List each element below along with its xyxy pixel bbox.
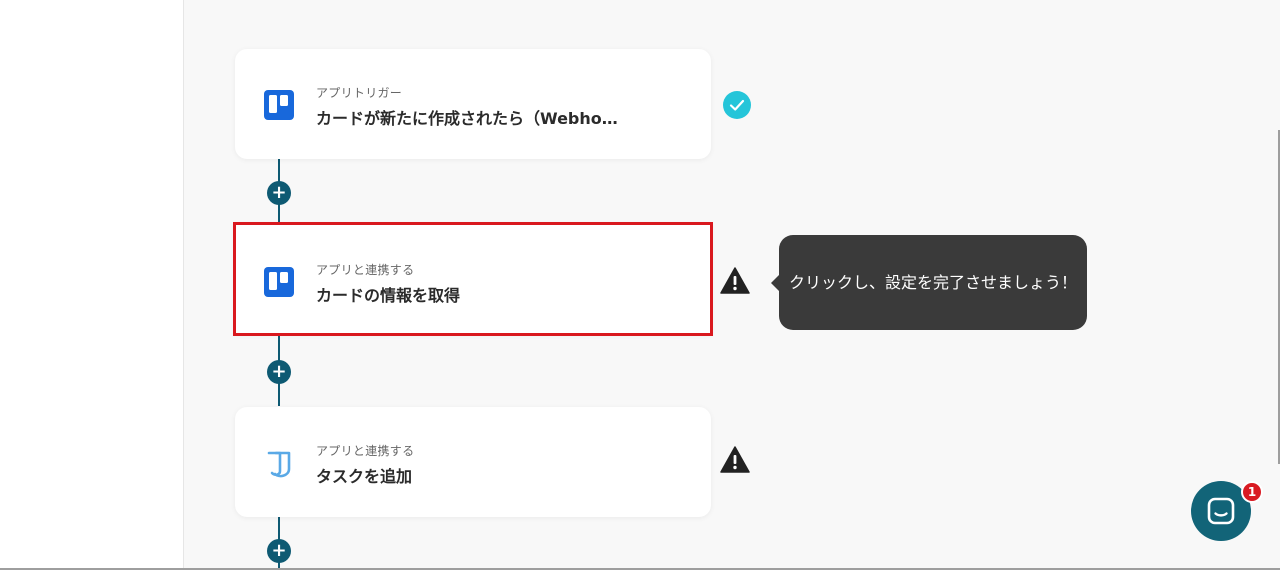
add-step-button[interactable]: + — [267, 360, 291, 384]
step-title: カードの情報を取得 — [316, 286, 461, 305]
check-circle-icon — [722, 90, 752, 120]
left-sidebar — [0, 0, 184, 570]
flow-step-get-card-info[interactable]: アプリと連携する カードの情報を取得 — [233, 222, 713, 336]
flow-step-trigger[interactable]: アプリトリガー カードが新たに作成されたら（Webho… — [235, 49, 711, 159]
jooto-icon — [263, 447, 295, 479]
step-title: タスクを追加 — [316, 467, 413, 486]
add-step-button[interactable]: + — [267, 539, 291, 563]
trello-icon — [263, 266, 295, 298]
notification-badge: 1 — [1241, 481, 1263, 503]
step-subtitle: アプリトリガー — [316, 86, 403, 100]
setup-tooltip: クリックし、設定を完了させましょう！ — [771, 235, 1087, 330]
warning-icon — [720, 445, 750, 475]
chat-icon — [1206, 496, 1236, 530]
add-step-button[interactable]: + — [267, 181, 291, 205]
flow-step-add-task[interactable]: アプリと連携する タスクを追加 — [235, 407, 711, 517]
tooltip-text: クリックし、設定を完了させましょう！ — [788, 273, 1077, 292]
warning-icon — [720, 266, 750, 296]
step-title: カードが新たに作成されたら（Webho… — [316, 109, 618, 128]
trello-icon — [263, 89, 295, 121]
step-subtitle: アプリと連携する — [316, 263, 415, 277]
step-subtitle: アプリと連携する — [316, 444, 415, 458]
